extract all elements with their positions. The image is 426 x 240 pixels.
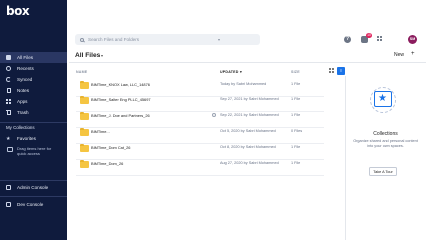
avatar[interactable]: SM xyxy=(408,35,417,44)
admin-console-link[interactable]: Admin Console xyxy=(0,182,67,193)
sidebar-item-label: Synced xyxy=(17,77,33,82)
file-name[interactable]: BIMTime... xyxy=(91,129,110,134)
list-view-button[interactable]: ≡ xyxy=(337,67,345,75)
sidebar-item-all-files[interactable]: All Files xyxy=(0,52,67,63)
star-icon: ★ xyxy=(6,135,11,142)
file-updated: Sep 27, 2021 by Sabri Mohammed xyxy=(220,97,279,101)
folder-icon xyxy=(80,159,89,168)
notification-badge: 10 xyxy=(366,33,372,38)
column-header-size[interactable]: SIZE xyxy=(291,70,300,74)
apps-grid-icon[interactable] xyxy=(377,36,384,43)
sort-arrow-icon: ▾ xyxy=(240,70,243,74)
file-name[interactable]: BIMTime_Dom_26 xyxy=(91,161,123,166)
file-size: 0 Files xyxy=(291,129,303,133)
grid-view-icon[interactable] xyxy=(329,68,335,74)
file-updated: Aug 27, 2020 by Sabri Mohammed xyxy=(220,161,279,165)
dev-console-link[interactable]: Dev Console xyxy=(0,199,67,210)
folder-icon xyxy=(6,55,12,61)
column-header-updated[interactable]: UPDATED xyxy=(220,70,239,74)
file-name[interactable]: BIMTime_Dom Cat_26 xyxy=(91,145,130,150)
sidebar-item-favorites[interactable]: ★ Favorites xyxy=(0,133,67,144)
header-divider xyxy=(69,62,426,63)
sidebar-divider xyxy=(0,196,67,197)
folder-icon xyxy=(80,143,89,152)
folder-icon xyxy=(80,80,89,89)
trash-icon xyxy=(6,109,12,116)
sidebar-item-label: Apps xyxy=(17,99,28,104)
file-name[interactable]: BIMTime_Salter Eng PLLC_45697 xyxy=(91,97,151,102)
sidebar-item-apps[interactable]: Apps xyxy=(0,96,67,107)
sidebar-divider xyxy=(0,122,67,123)
file-updated: Today by Sabri Mohammed xyxy=(220,82,267,86)
file-name[interactable]: BIMTime_KNOX Law, LLC_14876 xyxy=(91,82,150,87)
folder-icon xyxy=(80,95,89,104)
search-icon xyxy=(80,37,84,42)
sidebar-item-trash[interactable]: Trash xyxy=(0,107,67,118)
drag-hint-icon xyxy=(7,147,13,152)
file-size: 1 File xyxy=(291,97,301,101)
search-input[interactable]: Search Files and Folders xyxy=(75,34,260,45)
search-placeholder: Search Files and Folders xyxy=(88,37,140,42)
drag-hint-text: Drag items here for quick access xyxy=(17,146,52,156)
file-updated: Sep 22, 2021 by Sabri Mohammed xyxy=(220,113,279,117)
collections-heading[interactable]: My Collections xyxy=(6,125,35,130)
file-size: 1 File xyxy=(291,113,301,117)
sync-icon xyxy=(6,76,12,83)
sidebar-item-label: Favorites xyxy=(17,136,36,141)
sidebar-item-synced[interactable]: Synced xyxy=(0,74,67,85)
notes-icon xyxy=(6,87,12,94)
file-name[interactable]: BIMTime_J. Doe and Partners_26 xyxy=(91,113,150,118)
column-header-name[interactable]: NAME xyxy=(76,70,87,74)
collections-description: Organize shared and personal content int… xyxy=(353,139,418,148)
sidebar-item-notes[interactable]: Notes xyxy=(0,85,67,96)
panel-divider xyxy=(345,76,346,240)
collections-star-icon: ★ xyxy=(374,91,392,107)
box-logo[interactable]: box xyxy=(6,4,30,18)
dev-console-icon xyxy=(6,201,12,208)
help-icon[interactable]: ? xyxy=(344,36,351,43)
clock-icon xyxy=(6,65,12,72)
table-row[interactable]: BIMTime_Dom_26 Aug 27, 2020 by Sabri Moh… xyxy=(76,154,324,176)
sidebar-divider xyxy=(0,180,67,181)
sidebar: box All Files Recents Synced Notes Apps … xyxy=(0,0,67,240)
dev-console-label: Dev Console xyxy=(17,202,44,207)
title-chevron-down-icon[interactable]: ▾ xyxy=(101,53,103,58)
file-size: 1 File xyxy=(291,82,301,86)
sidebar-item-label: All Files xyxy=(17,55,34,60)
file-updated: Oct 8, 2020 by Sabri Mohammed xyxy=(220,145,276,149)
collections-title: Collections xyxy=(373,131,398,137)
file-size: 1 File xyxy=(291,161,301,165)
file-size: 1 File xyxy=(291,145,301,149)
sidebar-item-label: Notes xyxy=(17,88,30,93)
file-updated: Oct 5, 2020 by Sabri Mohammed xyxy=(220,129,276,133)
take-tour-button[interactable]: Take A Tour xyxy=(369,167,397,176)
sidebar-item-label: Recents xyxy=(17,66,34,71)
admin-icon xyxy=(6,184,12,191)
admin-console-label: Admin Console xyxy=(17,185,49,190)
plus-icon[interactable]: + xyxy=(411,51,415,57)
apps-icon xyxy=(6,98,12,105)
folder-icon xyxy=(80,111,89,120)
sidebar-item-recents[interactable]: Recents xyxy=(0,63,67,74)
shared-link-icon[interactable] xyxy=(212,113,216,117)
folder-icon xyxy=(80,127,89,136)
new-button[interactable]: New xyxy=(394,52,404,58)
search-options-chevron-icon[interactable]: ▾ xyxy=(218,37,220,42)
sidebar-item-label: Trash xyxy=(17,110,29,115)
page-title: All Files xyxy=(75,52,101,59)
